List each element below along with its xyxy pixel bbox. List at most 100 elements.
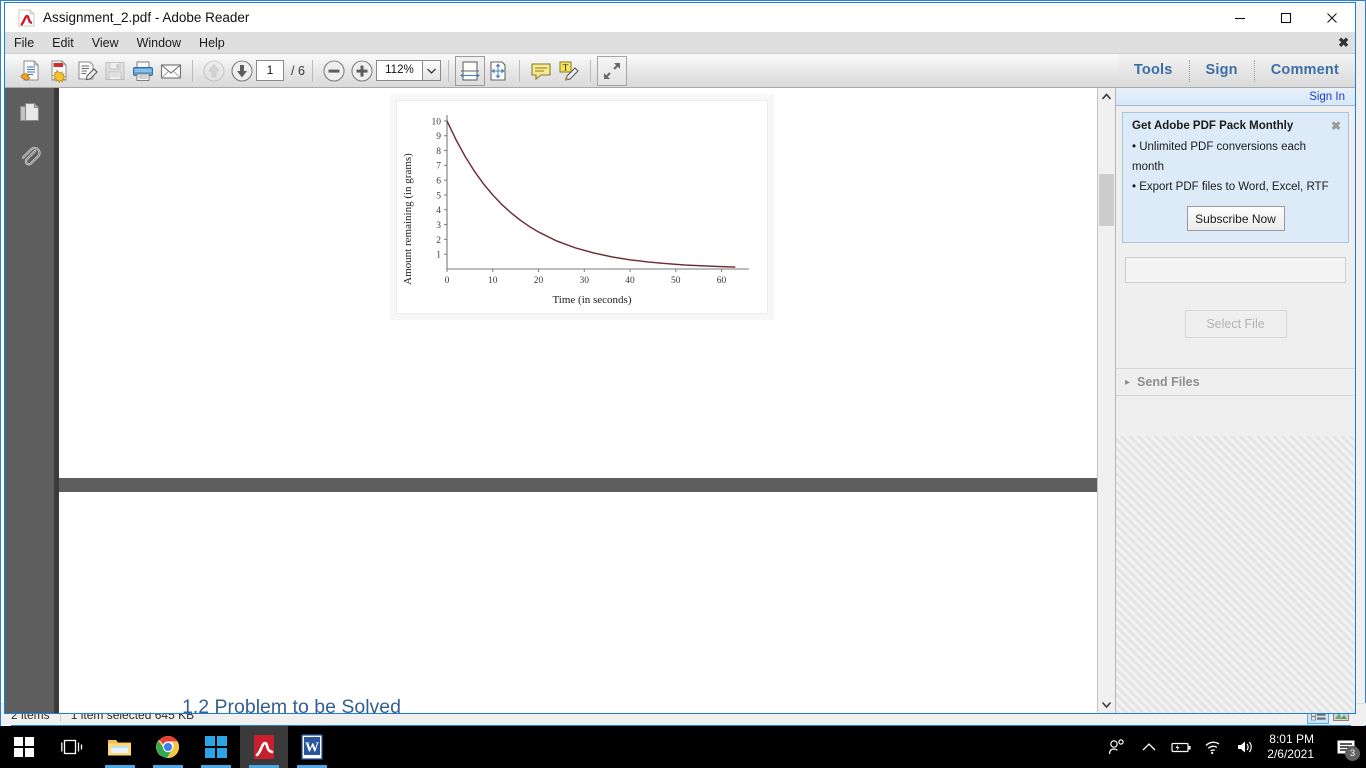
volume-icon[interactable]	[1229, 726, 1261, 768]
create-pdf-icon[interactable]	[45, 57, 73, 85]
document-viewport[interactable]: Amount remaining (in grams) Time (in sec…	[55, 88, 1097, 713]
menu-bar: File Edit View Window Help ✖	[5, 32, 1355, 54]
save-icon	[101, 57, 129, 85]
fit-page-icon[interactable]	[484, 57, 512, 85]
task-pane: Sign In Get Adobe PDF Pack Monthly ✖ • U…	[1115, 88, 1355, 713]
promo-line-1: • Unlimited PDF conversions each	[1132, 137, 1339, 157]
word-button[interactable]: W	[288, 726, 336, 768]
expand-caret-icon: ▸	[1125, 377, 1130, 388]
clock[interactable]: 8:01 PM 2/6/2021	[1261, 732, 1326, 762]
print-icon[interactable]	[129, 57, 157, 85]
sign-task-button[interactable]: Sign	[1190, 54, 1254, 87]
panel-disabled-area	[1116, 436, 1355, 713]
navigation-rail	[5, 88, 55, 713]
promo-line-3: • Export PDF files to Word, Excel, RTF	[1132, 177, 1339, 197]
scroll-up-arrow-icon[interactable]	[1098, 88, 1115, 105]
toolbar-separator-5	[590, 60, 591, 82]
notification-center-button[interactable]: 3	[1326, 726, 1366, 768]
page-total-label: / 6	[291, 64, 305, 78]
comment-task-button[interactable]: Comment	[1255, 54, 1355, 87]
main-toolbar: 1 / 6 112%	[5, 54, 1355, 88]
sign-in-bar: Sign In	[1116, 88, 1355, 106]
read-mode-icon[interactable]	[598, 57, 626, 85]
svg-text:0: 0	[445, 276, 450, 286]
menu-edit[interactable]: Edit	[43, 32, 83, 54]
file-name-field[interactable]	[1125, 257, 1346, 283]
chrome-button[interactable]	[144, 726, 192, 768]
svg-text:8: 8	[436, 147, 441, 157]
add-comment-icon[interactable]	[527, 57, 555, 85]
title-bar: Assignment_2.pdf - Adobe Reader	[5, 3, 1355, 32]
window-controls[interactable]	[1217, 3, 1355, 32]
attachments-icon[interactable]	[16, 142, 44, 170]
wifi-icon[interactable]	[1197, 726, 1229, 768]
toolbar-separator	[192, 60, 193, 82]
chart-canvas: Amount remaining (in grams) Time (in sec…	[396, 100, 768, 314]
toolbar-separator-4	[519, 60, 520, 82]
adobe-reader-window: Assignment_2.pdf - Adobe Reader File Edi…	[4, 2, 1356, 714]
zoom-dropdown-icon[interactable]	[422, 60, 441, 81]
maximize-button[interactable]	[1263, 3, 1309, 32]
chart-y-ticks: 12345678910	[432, 117, 448, 260]
svg-text:1: 1	[436, 251, 441, 261]
svg-text:9: 9	[436, 132, 441, 142]
sign-in-link[interactable]: Sign In	[1309, 91, 1345, 103]
chart-ylabel: Amount remaining (in grams)	[402, 153, 414, 285]
decay-curve	[447, 121, 735, 267]
svg-text:30: 30	[580, 276, 590, 286]
zoom-in-icon[interactable]	[348, 57, 376, 85]
promo-card: Get Adobe PDF Pack Monthly ✖ • Unlimited…	[1122, 112, 1349, 243]
microsoft-store-button[interactable]	[192, 726, 240, 768]
document-close-icon[interactable]: ✖	[1338, 35, 1349, 51]
previous-page-icon	[200, 57, 228, 85]
decay-chart-figure: Amount remaining (in grams) Time (in sec…	[390, 94, 774, 320]
page-thumbnails-icon[interactable]	[16, 99, 44, 127]
minimize-button[interactable]	[1217, 3, 1263, 32]
decay-curve-shadow	[447, 121, 735, 267]
windows-taskbar: W	[0, 726, 1366, 768]
svg-text:T: T	[563, 62, 569, 72]
zoom-level-input[interactable]: 112%	[376, 60, 422, 81]
svg-text:10: 10	[488, 276, 498, 286]
show-hidden-icons-icon[interactable]	[1133, 726, 1165, 768]
toolbar-separator-2	[312, 60, 313, 82]
section-heading: 1.2 Problem to be Solved	[182, 696, 401, 713]
battery-icon[interactable]	[1165, 726, 1197, 768]
task-view-button[interactable]	[48, 726, 96, 768]
people-icon[interactable]	[1101, 726, 1133, 768]
tools-task-button[interactable]: Tools	[1118, 54, 1189, 87]
menu-view[interactable]: View	[83, 32, 128, 54]
scroll-down-arrow-icon[interactable]	[1098, 696, 1115, 713]
zoom-out-icon[interactable]	[320, 57, 348, 85]
email-icon[interactable]	[157, 57, 185, 85]
adobe-reader-button[interactable]	[240, 726, 288, 768]
promo-title: Get Adobe PDF Pack Monthly	[1132, 120, 1339, 132]
svg-text:5: 5	[436, 191, 441, 201]
send-files-label: Send Files	[1137, 375, 1200, 389]
start-button[interactable]	[0, 726, 48, 768]
svg-text:6: 6	[436, 177, 441, 187]
open-file-icon[interactable]	[17, 57, 45, 85]
toolbar-separator-3	[448, 60, 449, 82]
send-files-section[interactable]: ▸ Send Files	[1116, 368, 1355, 396]
highlight-text-icon[interactable]: T	[555, 57, 583, 85]
document-scrollbar[interactable]	[1097, 88, 1115, 713]
fit-width-icon[interactable]	[456, 57, 484, 85]
chart-xlabel: Time (in seconds)	[552, 294, 631, 306]
promo-close-icon[interactable]: ✖	[1331, 119, 1341, 133]
scrollbar-thumb[interactable]	[1099, 174, 1114, 226]
menu-window[interactable]: Window	[128, 32, 190, 54]
svg-text:7: 7	[436, 162, 441, 172]
next-page-icon[interactable]	[228, 57, 256, 85]
edit-pdf-icon[interactable]	[73, 57, 101, 85]
menu-help[interactable]: Help	[190, 32, 234, 54]
reader-body: Amount remaining (in grams) Time (in sec…	[5, 88, 1355, 713]
clock-date: 2/6/2021	[1267, 747, 1314, 762]
menu-file[interactable]: File	[5, 32, 43, 54]
file-explorer-button[interactable]	[96, 726, 144, 768]
subscribe-now-button[interactable]: Subscribe Now	[1187, 206, 1285, 231]
svg-text:4: 4	[436, 206, 441, 216]
svg-text:W: W	[305, 741, 319, 756]
page-number-input[interactable]: 1	[256, 60, 284, 81]
close-button[interactable]	[1309, 3, 1355, 32]
